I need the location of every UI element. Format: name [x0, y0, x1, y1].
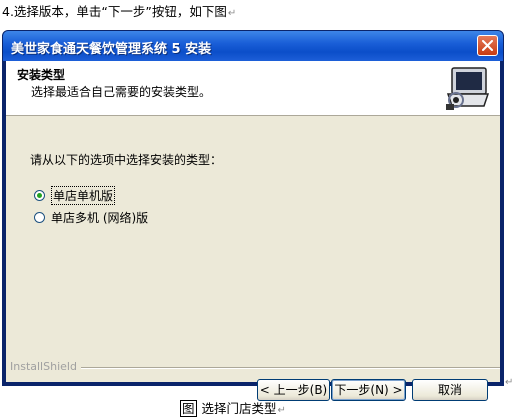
paragraph-mark: ↵ — [505, 377, 514, 388]
option-single-store-single-pc[interactable]: 单店单机版 — [34, 186, 116, 205]
document-step-text: 4.选择版本，单击“下一步”按钮，如下图↵ — [2, 4, 236, 22]
header-subtitle: 选择最适合自己需要的安装类型。 — [31, 85, 212, 99]
installer-computer-icon — [442, 64, 492, 112]
radio-unchecked[interactable] — [34, 212, 45, 223]
installshield-label: InstallShield — [10, 361, 81, 373]
close-button[interactable] — [477, 35, 498, 56]
cancel-button[interactable]: 取消 — [412, 379, 488, 401]
window-title: 美世家食通天餐饮管理系统 5 安装 — [11, 42, 212, 57]
close-icon — [482, 40, 493, 51]
dialog-body: 安装类型 选择最适合自己需要的安装类型。 请从以下的选项中选择安装的类型： 单店… — [6, 61, 500, 401]
paragraph-mark: ↵ — [277, 405, 286, 416]
installshield-separator: InstallShield — [10, 361, 500, 373]
header-title: 安装类型 — [17, 68, 66, 82]
option-single-store-multi-pc[interactable]: 单店多机 (网络)版 — [34, 209, 148, 226]
install-type-prompt: 请从以下的选项中选择安装的类型： — [30, 153, 223, 167]
caption-text: 选择门店类型 — [201, 401, 277, 416]
paragraph-mark: ↵ — [227, 8, 237, 19]
step-text: 4.选择版本，单击“下一步”按钮，如下图 — [2, 4, 227, 19]
figure-caption: 图选择门店类型↵ — [180, 398, 286, 417]
option-label[interactable]: 单店多机 (网络)版 — [51, 209, 148, 226]
radio-checked[interactable] — [34, 190, 45, 201]
figure-prefix: 图 — [180, 400, 197, 417]
option-label[interactable]: 单店单机版 — [51, 186, 116, 205]
separator-line — [10, 367, 500, 369]
next-button[interactable]: 下一步(N) > — [331, 379, 406, 401]
installer-window: 美世家食通天餐饮管理系统 5 安装 安装类型 选择最适合自己需要的安装类型。 请… — [2, 30, 504, 401]
header-panel: 安装类型 选择最适合自己需要的安装类型。 — [6, 61, 500, 116]
title-bar[interactable]: 美世家食通天餐饮管理系统 5 安装 — [3, 31, 503, 61]
